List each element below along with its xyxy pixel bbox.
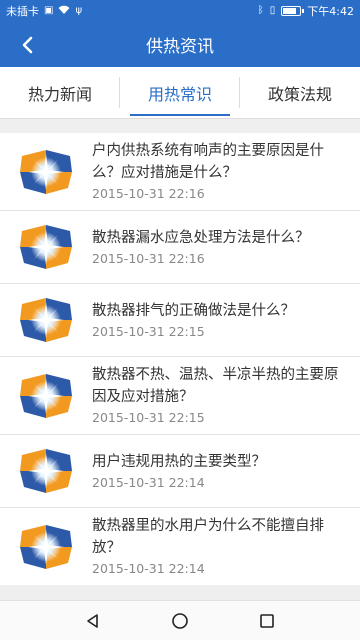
tab-heat-news[interactable]: 热力新闻 bbox=[0, 67, 120, 118]
list-item[interactable]: 散热器漏水应急处理方法是什么？ 2015-10-31 22:16 bbox=[0, 211, 360, 284]
square-recents-icon bbox=[259, 613, 274, 628]
nav-back-button[interactable] bbox=[78, 606, 108, 636]
circle-home-icon bbox=[172, 612, 188, 629]
vibrate-icon: ▯ bbox=[269, 5, 276, 16]
status-bar: 未插卡 ▣ ψ ᛒ ▯ 下午4:42 bbox=[0, 0, 360, 22]
heat-logo-icon bbox=[20, 524, 72, 569]
app-bar: 供热资讯 bbox=[0, 22, 360, 67]
heat-logo-icon bbox=[20, 149, 72, 194]
list-item[interactable]: 散热器里的水用户为什么不能擅自排放？ 2015-10-31 22:14 bbox=[0, 508, 360, 585]
tab-label: 政策法规 bbox=[267, 84, 332, 104]
system-nav-bar bbox=[0, 600, 360, 640]
article-title: 散热器不热、温热、半凉半热的主要原因及应对措施？ bbox=[92, 367, 339, 405]
active-tab-indicator bbox=[130, 114, 230, 116]
article-title: 散热器排气的正确做法是什么？ bbox=[92, 302, 295, 319]
heat-logo-icon bbox=[20, 225, 72, 269]
heat-logo-icon bbox=[20, 373, 72, 418]
article-list: 户内供热系统有响声的主要原因是什么？应对措施是什么？ 2015-10-31 22… bbox=[0, 133, 360, 585]
sim-icon: ▣ bbox=[44, 5, 54, 16]
list-item[interactable]: 散热器排气的正确做法是什么？ 2015-10-31 22:15 bbox=[0, 284, 360, 357]
article-title: 户内供热系统有响声的主要原因是什么？应对措施是什么？ bbox=[92, 143, 324, 181]
tab-policy-regulations[interactable]: 政策法规 bbox=[240, 67, 360, 118]
article-date: 2015-10-31 22:14 bbox=[92, 474, 205, 490]
nav-recents-button[interactable] bbox=[252, 606, 282, 636]
tab-heating-tips[interactable]: 用热常识 bbox=[120, 67, 240, 118]
list-item[interactable]: 户内供热系统有响声的主要原因是什么？应对措施是什么？ 2015-10-31 22… bbox=[0, 133, 360, 211]
article-title: 散热器里的水用户为什么不能擅自排放？ bbox=[92, 518, 324, 556]
article-date: 2015-10-31 22:16 bbox=[92, 250, 205, 266]
battery-icon bbox=[281, 6, 305, 16]
bluetooth-icon: ᛒ bbox=[257, 5, 264, 16]
article-date: 2015-10-31 22:15 bbox=[92, 323, 205, 339]
heat-logo-icon bbox=[20, 298, 72, 342]
triangle-back-icon bbox=[87, 613, 99, 628]
nav-home-button[interactable] bbox=[165, 606, 195, 636]
article-date: 2015-10-31 22:16 bbox=[92, 186, 205, 201]
page-title: 供热资讯 bbox=[146, 37, 214, 57]
usb-icon: ψ bbox=[75, 5, 83, 16]
list-item[interactable]: 用户违规用热的主要类型？ 2015-10-31 22:14 bbox=[0, 435, 360, 508]
wifi-icon bbox=[58, 5, 70, 18]
tab-bar: 热力新闻 用热常识 政策法规 bbox=[0, 67, 360, 119]
chevron-left-icon bbox=[22, 36, 33, 54]
carrier-label: 未插卡 bbox=[6, 5, 39, 18]
list-item[interactable]: 散热器不热、温热、半凉半热的主要原因及应对措施？ 2015-10-31 22:1… bbox=[0, 357, 360, 435]
heat-logo-icon bbox=[20, 449, 72, 493]
article-date: 2015-10-31 22:14 bbox=[92, 561, 205, 576]
tab-label: 用热常识 bbox=[147, 84, 212, 104]
article-title: 用户违规用热的主要类型？ bbox=[92, 453, 266, 470]
tab-label: 热力新闻 bbox=[27, 84, 92, 104]
back-button[interactable] bbox=[12, 30, 42, 60]
clock: 下午4:42 bbox=[307, 5, 354, 18]
article-title: 散热器漏水应急处理方法是什么？ bbox=[92, 229, 310, 246]
article-date: 2015-10-31 22:15 bbox=[92, 410, 205, 425]
